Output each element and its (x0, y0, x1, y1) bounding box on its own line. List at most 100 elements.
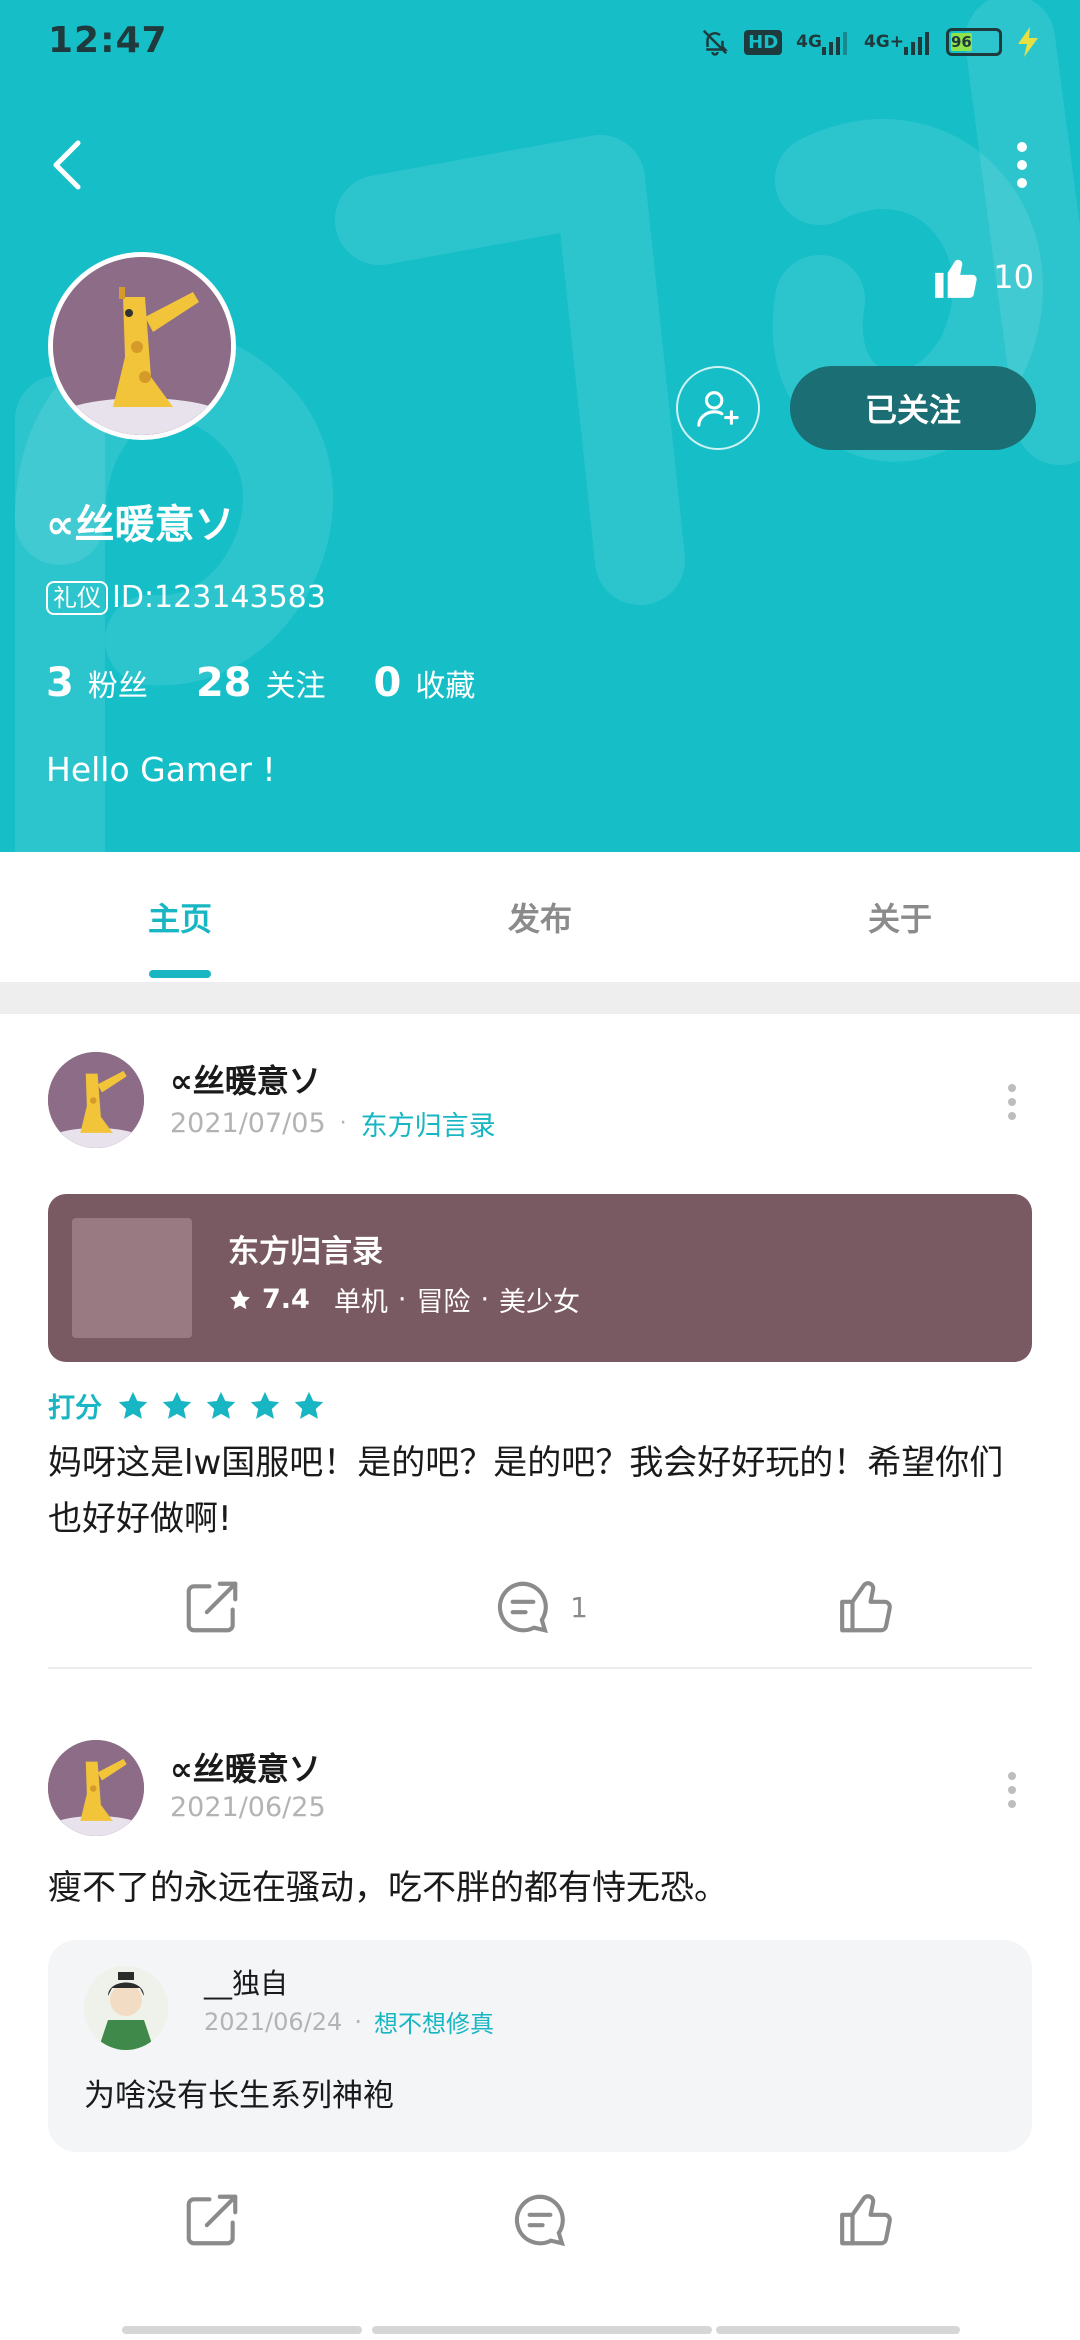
star-icon (248, 1389, 282, 1423)
game-genre: 美少女 (499, 1287, 581, 1318)
stat-fans-num: 3 (46, 660, 74, 706)
post-author-avatar[interactable] (48, 1740, 144, 1836)
following-button[interactable]: 已关注 (790, 366, 1036, 450)
scroll-indicator (716, 2326, 960, 2334)
charging-icon (1016, 27, 1040, 57)
add-friend-button[interactable] (676, 366, 760, 450)
post-game-tag[interactable]: 东方归言录 (361, 1104, 496, 1143)
post-meta: 2021/06/25 (170, 1792, 326, 1823)
level-badge[interactable]: 礼仪 (46, 580, 108, 615)
bell-muted-icon (700, 27, 730, 57)
reply-game-tag[interactable]: 想不想修真 (374, 2004, 494, 2039)
feed-post: ∝丝暖意ソ 2021/06/25 瘦不了的永远在骚动，吃不胖的都有恃无恐。 __… (48, 1740, 1032, 2280)
post-header: ∝丝暖意ソ 2021/07/05 · 东方归言录 (48, 1052, 1032, 1152)
comment-button[interactable] (376, 2189, 704, 2251)
genre-separator: · (397, 1284, 407, 1315)
reply-author-name[interactable]: __独自 (204, 1962, 288, 2002)
stat-fans[interactable]: 3 粉丝 (46, 660, 148, 706)
profile-bio: Hello Gamer ! (46, 750, 276, 789)
post-author-name[interactable]: ∝丝暖意ソ (170, 1744, 321, 1790)
comment-button[interactable]: 1 (376, 1576, 704, 1638)
more-vertical-icon (1008, 1084, 1016, 1120)
share-button[interactable] (48, 2189, 376, 2251)
game-title: 东方归言录 (228, 1234, 383, 1270)
meta-separator: · (354, 2007, 362, 2036)
stat-following[interactable]: 28 关注 (196, 660, 326, 706)
more-options-button[interactable] (994, 130, 1050, 200)
status-time: 12:47 (48, 20, 168, 61)
post-author-name[interactable]: ∝丝暖意ソ (170, 1056, 321, 1102)
game-thumbnail (72, 1218, 192, 1338)
post-actions: 1 (48, 1547, 1032, 1667)
star-icon (292, 1389, 326, 1423)
likes-count: 10 (993, 258, 1034, 296)
user-id: ID:123143583 (112, 580, 326, 615)
game-card[interactable]: 东方归言录 7.4 单机 · 冒险 · 美少女 (48, 1194, 1032, 1362)
battery-level: 96 (951, 33, 972, 51)
post-more-button[interactable] (992, 1072, 1032, 1132)
game-info: 7.4 单机 · 冒险 · 美少女 (228, 1280, 580, 1319)
post-text[interactable]: 瘦不了的永远在骚动，吃不胖的都有恃无恐。 (48, 1860, 1032, 1916)
post-meta: 2021/07/05 · 东方归言录 (170, 1104, 496, 1143)
post-more-button[interactable] (992, 1760, 1032, 1820)
game-genre: 冒险 (416, 1287, 471, 1318)
status-bar: 12:47 HD 4G 4G+ 96 (0, 0, 1080, 90)
scroll-indicator (122, 2326, 362, 2334)
stat-following-num: 28 (195, 660, 252, 706)
profile-stats: 3 粉丝 28 关注 0 收藏 (46, 660, 523, 706)
share-button[interactable] (48, 1576, 376, 1638)
profile-tabs: 主页 发布 关于 (0, 852, 1080, 982)
tab-about[interactable]: 关于 (720, 852, 1080, 982)
star-icon (116, 1389, 150, 1423)
section-divider (0, 982, 1080, 1014)
post-text[interactable]: 妈呀这是lw国服吧！是的吧？是的吧？我会好好玩的！希望你们也好好做啊! (48, 1435, 1032, 1547)
quoted-reply[interactable]: __独自 2021/06/24 · 想不想修真 为啥没有长生系列神袍 (48, 1940, 1032, 2152)
giraffe-avatar-image (53, 257, 231, 435)
post-date: 2021/06/25 (170, 1792, 326, 1823)
like-button[interactable] (704, 1576, 1032, 1638)
feed-post: ∝丝暖意ソ 2021/07/05 · 东方归言录 东方归言录 7.4 单机 · … (48, 1052, 1032, 1669)
more-vertical-icon (1008, 1772, 1016, 1808)
profile-header: 12:47 HD 4G 4G+ 96 10 已关注 ∝丝暖意ソ 礼仪 ID:12… (0, 0, 1080, 852)
net-label-2: 4G+ (863, 32, 904, 52)
stat-favorites[interactable]: 0 收藏 (374, 660, 476, 706)
scroll-indicator (372, 2326, 712, 2334)
chevron-left-icon (53, 140, 81, 190)
back-button[interactable] (40, 130, 96, 200)
game-score: 7.4 (262, 1284, 310, 1315)
like-button[interactable] (704, 2189, 1032, 2251)
post-author-avatar[interactable] (48, 1052, 144, 1148)
share-icon (186, 2194, 238, 2246)
star-icon (204, 1389, 238, 1423)
reply-text: 为啥没有长生系列神袍 (84, 2078, 394, 2114)
profile-avatar[interactable] (48, 252, 236, 440)
comment-icon (514, 2194, 565, 2247)
comment-icon (497, 1581, 549, 1634)
profile-likes[interactable]: 10 (931, 252, 1034, 302)
reply-meta: 2021/06/24 · 想不想修真 (204, 2004, 494, 2039)
stat-favorites-label: 收藏 (415, 669, 476, 704)
battery-icon: 96 (946, 28, 1002, 56)
genre-separator: · (480, 1284, 490, 1315)
post-date: 2021/07/05 (170, 1108, 326, 1139)
game-genre: 单机 (333, 1287, 388, 1318)
tab-posts-label: 发布 (507, 900, 572, 938)
star-icon (160, 1389, 194, 1423)
tab-posts[interactable]: 发布 (360, 852, 720, 982)
thumbs-up-icon (840, 2194, 892, 2246)
post-actions (48, 2160, 1032, 2280)
stat-following-label: 关注 (265, 669, 326, 704)
tab-home[interactable]: 主页 (0, 852, 360, 982)
comment-count: 1 (570, 1590, 588, 1624)
thumbs-up-icon (840, 1581, 892, 1633)
share-icon (186, 1581, 238, 1633)
profile-username: ∝丝暖意ソ (46, 502, 235, 548)
status-icons: HD 4G 4G+ 96 (700, 20, 1040, 64)
hd-voice-badge: HD (744, 29, 783, 55)
thumbs-up-filled-icon (935, 259, 977, 298)
stat-favorites-num: 0 (373, 660, 402, 706)
giraffe-avatar-image (48, 1740, 144, 1836)
signal-4g-icon: 4G (796, 29, 850, 55)
reply-author-avatar[interactable] (84, 1966, 168, 2050)
stat-fans-label: 粉丝 (87, 669, 148, 704)
